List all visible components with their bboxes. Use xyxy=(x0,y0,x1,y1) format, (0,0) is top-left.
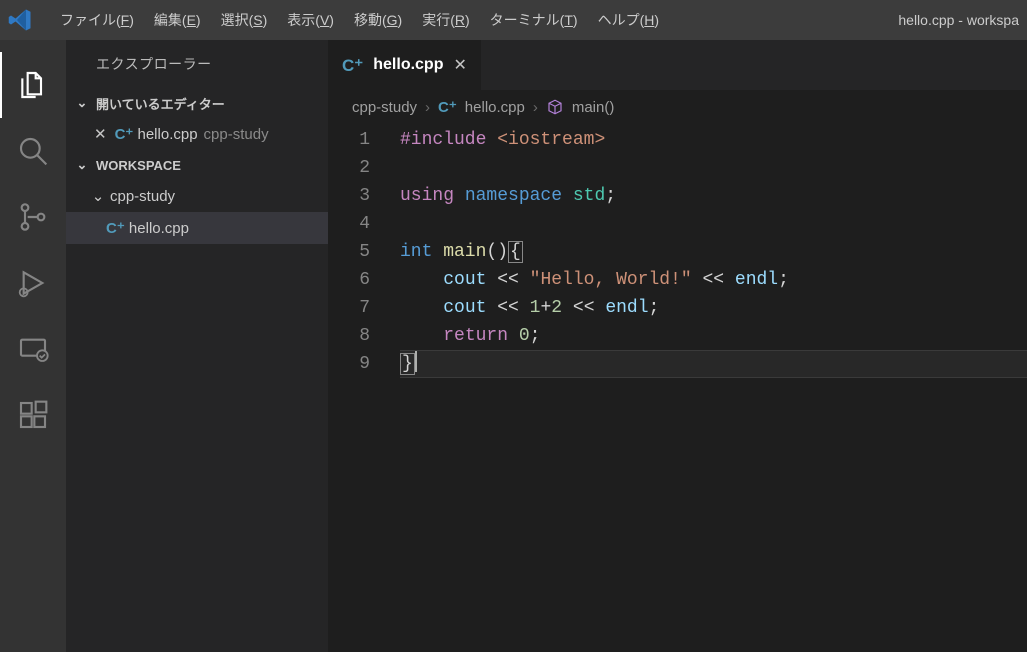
linenumber: 4 xyxy=(328,210,370,238)
open-editor-filename: hello.cpp xyxy=(138,126,198,143)
explorer-title: エクスプローラー xyxy=(66,40,328,88)
chevron-right-icon: › xyxy=(533,99,538,116)
symbol-method-icon xyxy=(546,98,564,116)
code-line[interactable]: cout << 1+2 << endl; xyxy=(400,294,1027,322)
workspace-header[interactable]: ⌄ WORKSPACE xyxy=(66,150,328,180)
run-debug-icon xyxy=(17,267,49,299)
main-area: エクスプローラー ⌄ 開いているエディター ✕ C⁺ hello.cpp cpp… xyxy=(0,40,1027,652)
linenumber: 2 xyxy=(328,154,370,182)
menu-help[interactable]: ヘルプ(H) xyxy=(588,10,669,30)
editor-tab[interactable]: C⁺ hello.cpp ✕ xyxy=(328,40,482,90)
linenumber: 1 xyxy=(328,126,370,154)
chevron-down-icon: ⌄ xyxy=(90,187,106,205)
activity-run-debug[interactable] xyxy=(0,250,66,316)
code-line[interactable] xyxy=(400,210,1027,238)
cpp-file-icon: C⁺ xyxy=(438,100,457,115)
folder-name: cpp-study xyxy=(110,188,175,205)
activity-search[interactable] xyxy=(0,118,66,184)
open-editor-descr: cpp-study xyxy=(204,126,269,143)
window-title: hello.cpp - workspa xyxy=(898,12,1019,28)
tab-filename: hello.cpp xyxy=(373,56,443,74)
menu-go[interactable]: 移動(G) xyxy=(344,10,412,30)
activity-extensions[interactable] xyxy=(0,382,66,448)
breadcrumb-file[interactable]: hello.cpp xyxy=(465,99,525,116)
linenumber: 7 xyxy=(328,294,370,322)
gutter: 1 2 3 4 5 6 7 8 9 xyxy=(328,126,400,652)
code-lines[interactable]: #include <iostream> using namespace std;… xyxy=(400,126,1027,652)
cpp-file-icon: C⁺ xyxy=(342,57,363,74)
breadcrumb-symbol[interactable]: main() xyxy=(572,99,615,116)
tree-folder[interactable]: ⌄ cpp-study xyxy=(66,180,328,212)
linenumber: 8 xyxy=(328,322,370,350)
code-line[interactable]: #include <iostream> xyxy=(400,126,1027,154)
menu-file[interactable]: ファイル(F) xyxy=(50,10,144,30)
source-control-icon xyxy=(17,201,49,233)
tree-file[interactable]: C⁺ hello.cpp xyxy=(66,212,328,244)
editor-tabstrip: C⁺ hello.cpp ✕ xyxy=(328,40,1027,90)
code-line[interactable]: using namespace std; xyxy=(400,182,1027,210)
breadcrumb-folder[interactable]: cpp-study xyxy=(352,99,417,116)
workspace-label: WORKSPACE xyxy=(96,158,181,173)
close-icon[interactable]: ✕ xyxy=(94,125,107,143)
menu-selection[interactable]: 選択(S) xyxy=(211,10,278,30)
code-line[interactable] xyxy=(400,154,1027,182)
activity-bar xyxy=(0,40,66,652)
chevron-right-icon: › xyxy=(425,99,430,116)
search-icon xyxy=(17,135,49,167)
vscode-icon xyxy=(8,8,32,32)
menu-edit[interactable]: 編集(E) xyxy=(144,10,211,30)
titlebar: ファイル(F) 編集(E) 選択(S) 表示(V) 移動(G) 実行(R) ター… xyxy=(0,0,1027,40)
linenumber: 9 xyxy=(328,350,370,378)
breadcrumbs[interactable]: cpp-study › C⁺ hello.cpp › main() xyxy=(328,90,1027,124)
menu-terminal[interactable]: ターミナル(T) xyxy=(480,10,588,30)
menu-run[interactable]: 実行(R) xyxy=(412,10,479,30)
chevron-down-icon: ⌄ xyxy=(74,157,90,173)
extensions-icon xyxy=(17,399,49,431)
code-line[interactable]: int main(){ xyxy=(400,238,1027,266)
open-editor-item[interactable]: ✕ C⁺ hello.cpp cpp-study xyxy=(66,118,328,150)
code-line[interactable]: cout << "Hello, World!" << endl; xyxy=(400,266,1027,294)
editor-area: C⁺ hello.cpp ✕ cpp-study › C⁺ hello.cpp … xyxy=(328,40,1027,652)
code-line[interactable]: return 0; xyxy=(400,322,1027,350)
code-editor[interactable]: 1 2 3 4 5 6 7 8 9 #include <iostream> us… xyxy=(328,124,1027,652)
linenumber: 6 xyxy=(328,266,370,294)
remote-icon xyxy=(17,333,49,365)
open-editors-header[interactable]: ⌄ 開いているエディター xyxy=(66,88,328,118)
activity-remote[interactable] xyxy=(0,316,66,382)
text-cursor xyxy=(415,350,417,372)
close-icon[interactable]: ✕ xyxy=(453,55,466,75)
explorer-sidebar: エクスプローラー ⌄ 開いているエディター ✕ C⁺ hello.cpp cpp… xyxy=(66,40,328,652)
linenumber: 5 xyxy=(328,238,370,266)
open-editors-label: 開いているエディター xyxy=(96,94,225,113)
chevron-down-icon: ⌄ xyxy=(74,95,90,111)
linenumber: 3 xyxy=(328,182,370,210)
cpp-file-icon: C⁺ xyxy=(115,127,134,142)
activity-explorer[interactable] xyxy=(0,52,66,118)
code-line[interactable]: } xyxy=(400,350,1027,378)
menu-view[interactable]: 表示(V) xyxy=(277,10,344,30)
file-name: hello.cpp xyxy=(129,220,189,237)
cpp-file-icon: C⁺ xyxy=(106,221,125,236)
activity-scm[interactable] xyxy=(0,184,66,250)
files-icon xyxy=(17,69,49,101)
